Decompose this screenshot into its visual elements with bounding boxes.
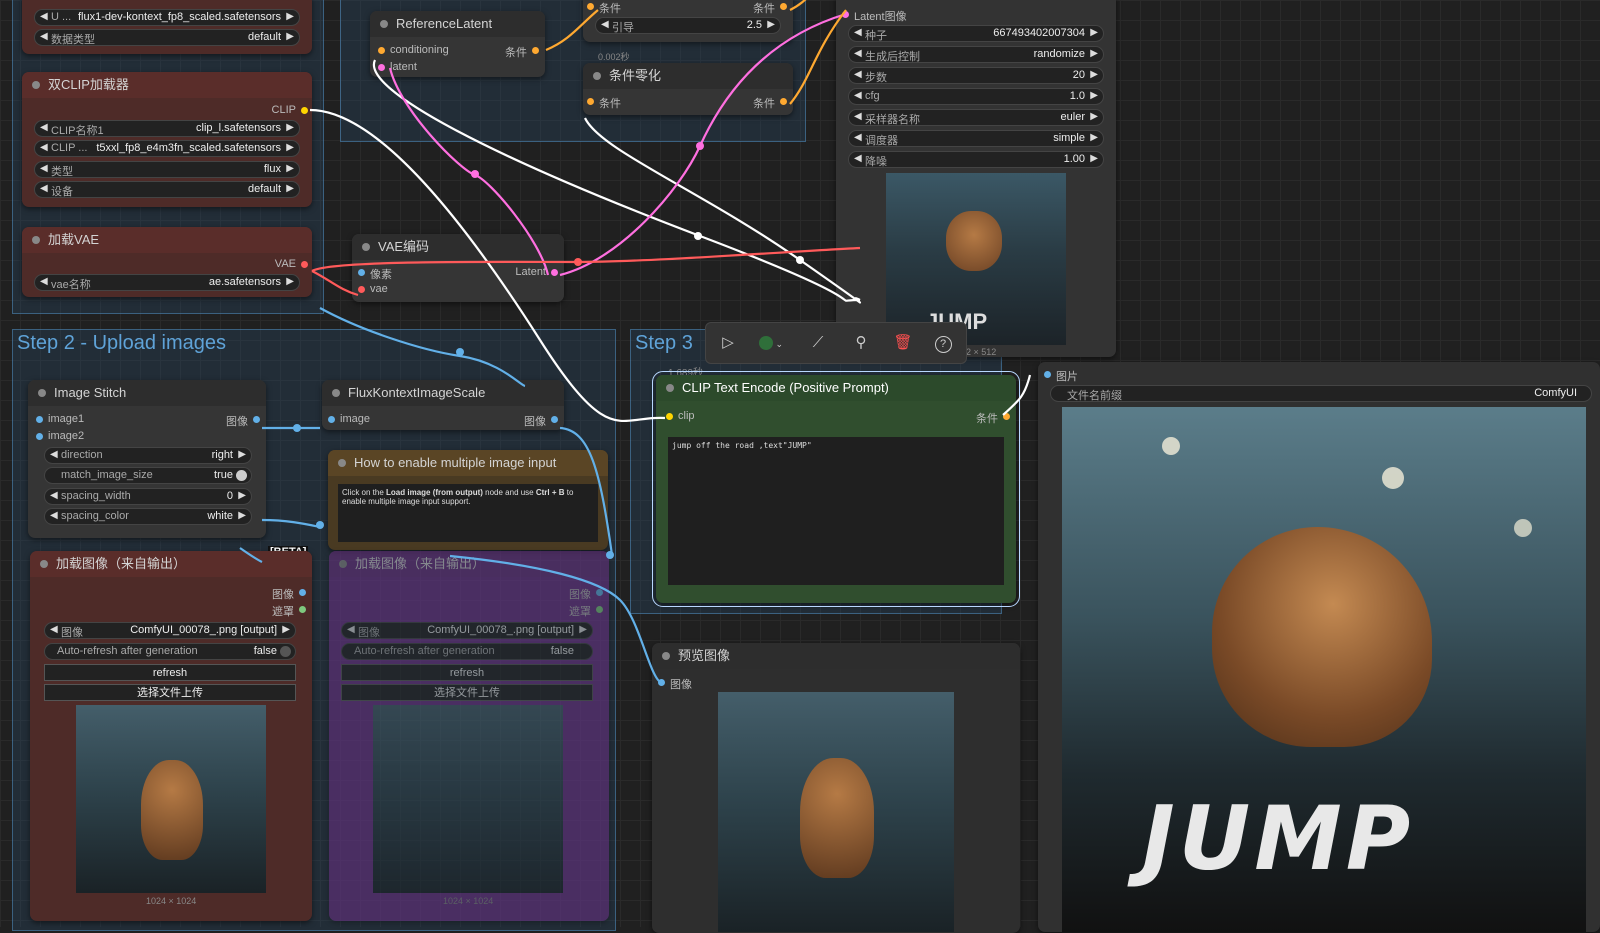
vae-wire bbox=[311, 270, 359, 297]
clip-wire-2 bbox=[372, 59, 861, 302]
reroute-dot[interactable] bbox=[456, 348, 464, 356]
clip-wire-3 bbox=[584, 117, 861, 304]
clip-wire bbox=[309, 108, 666, 423]
reroute-dot[interactable] bbox=[796, 256, 804, 264]
image-wire-5 bbox=[449, 554, 663, 685]
reroute-dot[interactable] bbox=[696, 142, 704, 150]
wire-reroute-dots bbox=[293, 142, 804, 559]
reroute-dot[interactable] bbox=[606, 551, 614, 559]
wires-layer bbox=[239, 0, 1032, 685]
image-wire-3 bbox=[261, 518, 321, 529]
image-wire-4 bbox=[559, 426, 614, 556]
reroute-dot[interactable] bbox=[316, 521, 324, 529]
reroute-dot[interactable] bbox=[574, 258, 582, 266]
reroute-dot[interactable] bbox=[471, 170, 479, 178]
cond-wire bbox=[545, 9, 599, 52]
white-wire-right bbox=[1002, 374, 1032, 416]
image-wire bbox=[319, 307, 526, 388]
reroute-dot[interactable] bbox=[694, 232, 702, 240]
image-wire-6 bbox=[239, 547, 263, 563]
cond-wire-3 bbox=[789, 0, 807, 11]
reroute-dot[interactable] bbox=[293, 424, 301, 432]
